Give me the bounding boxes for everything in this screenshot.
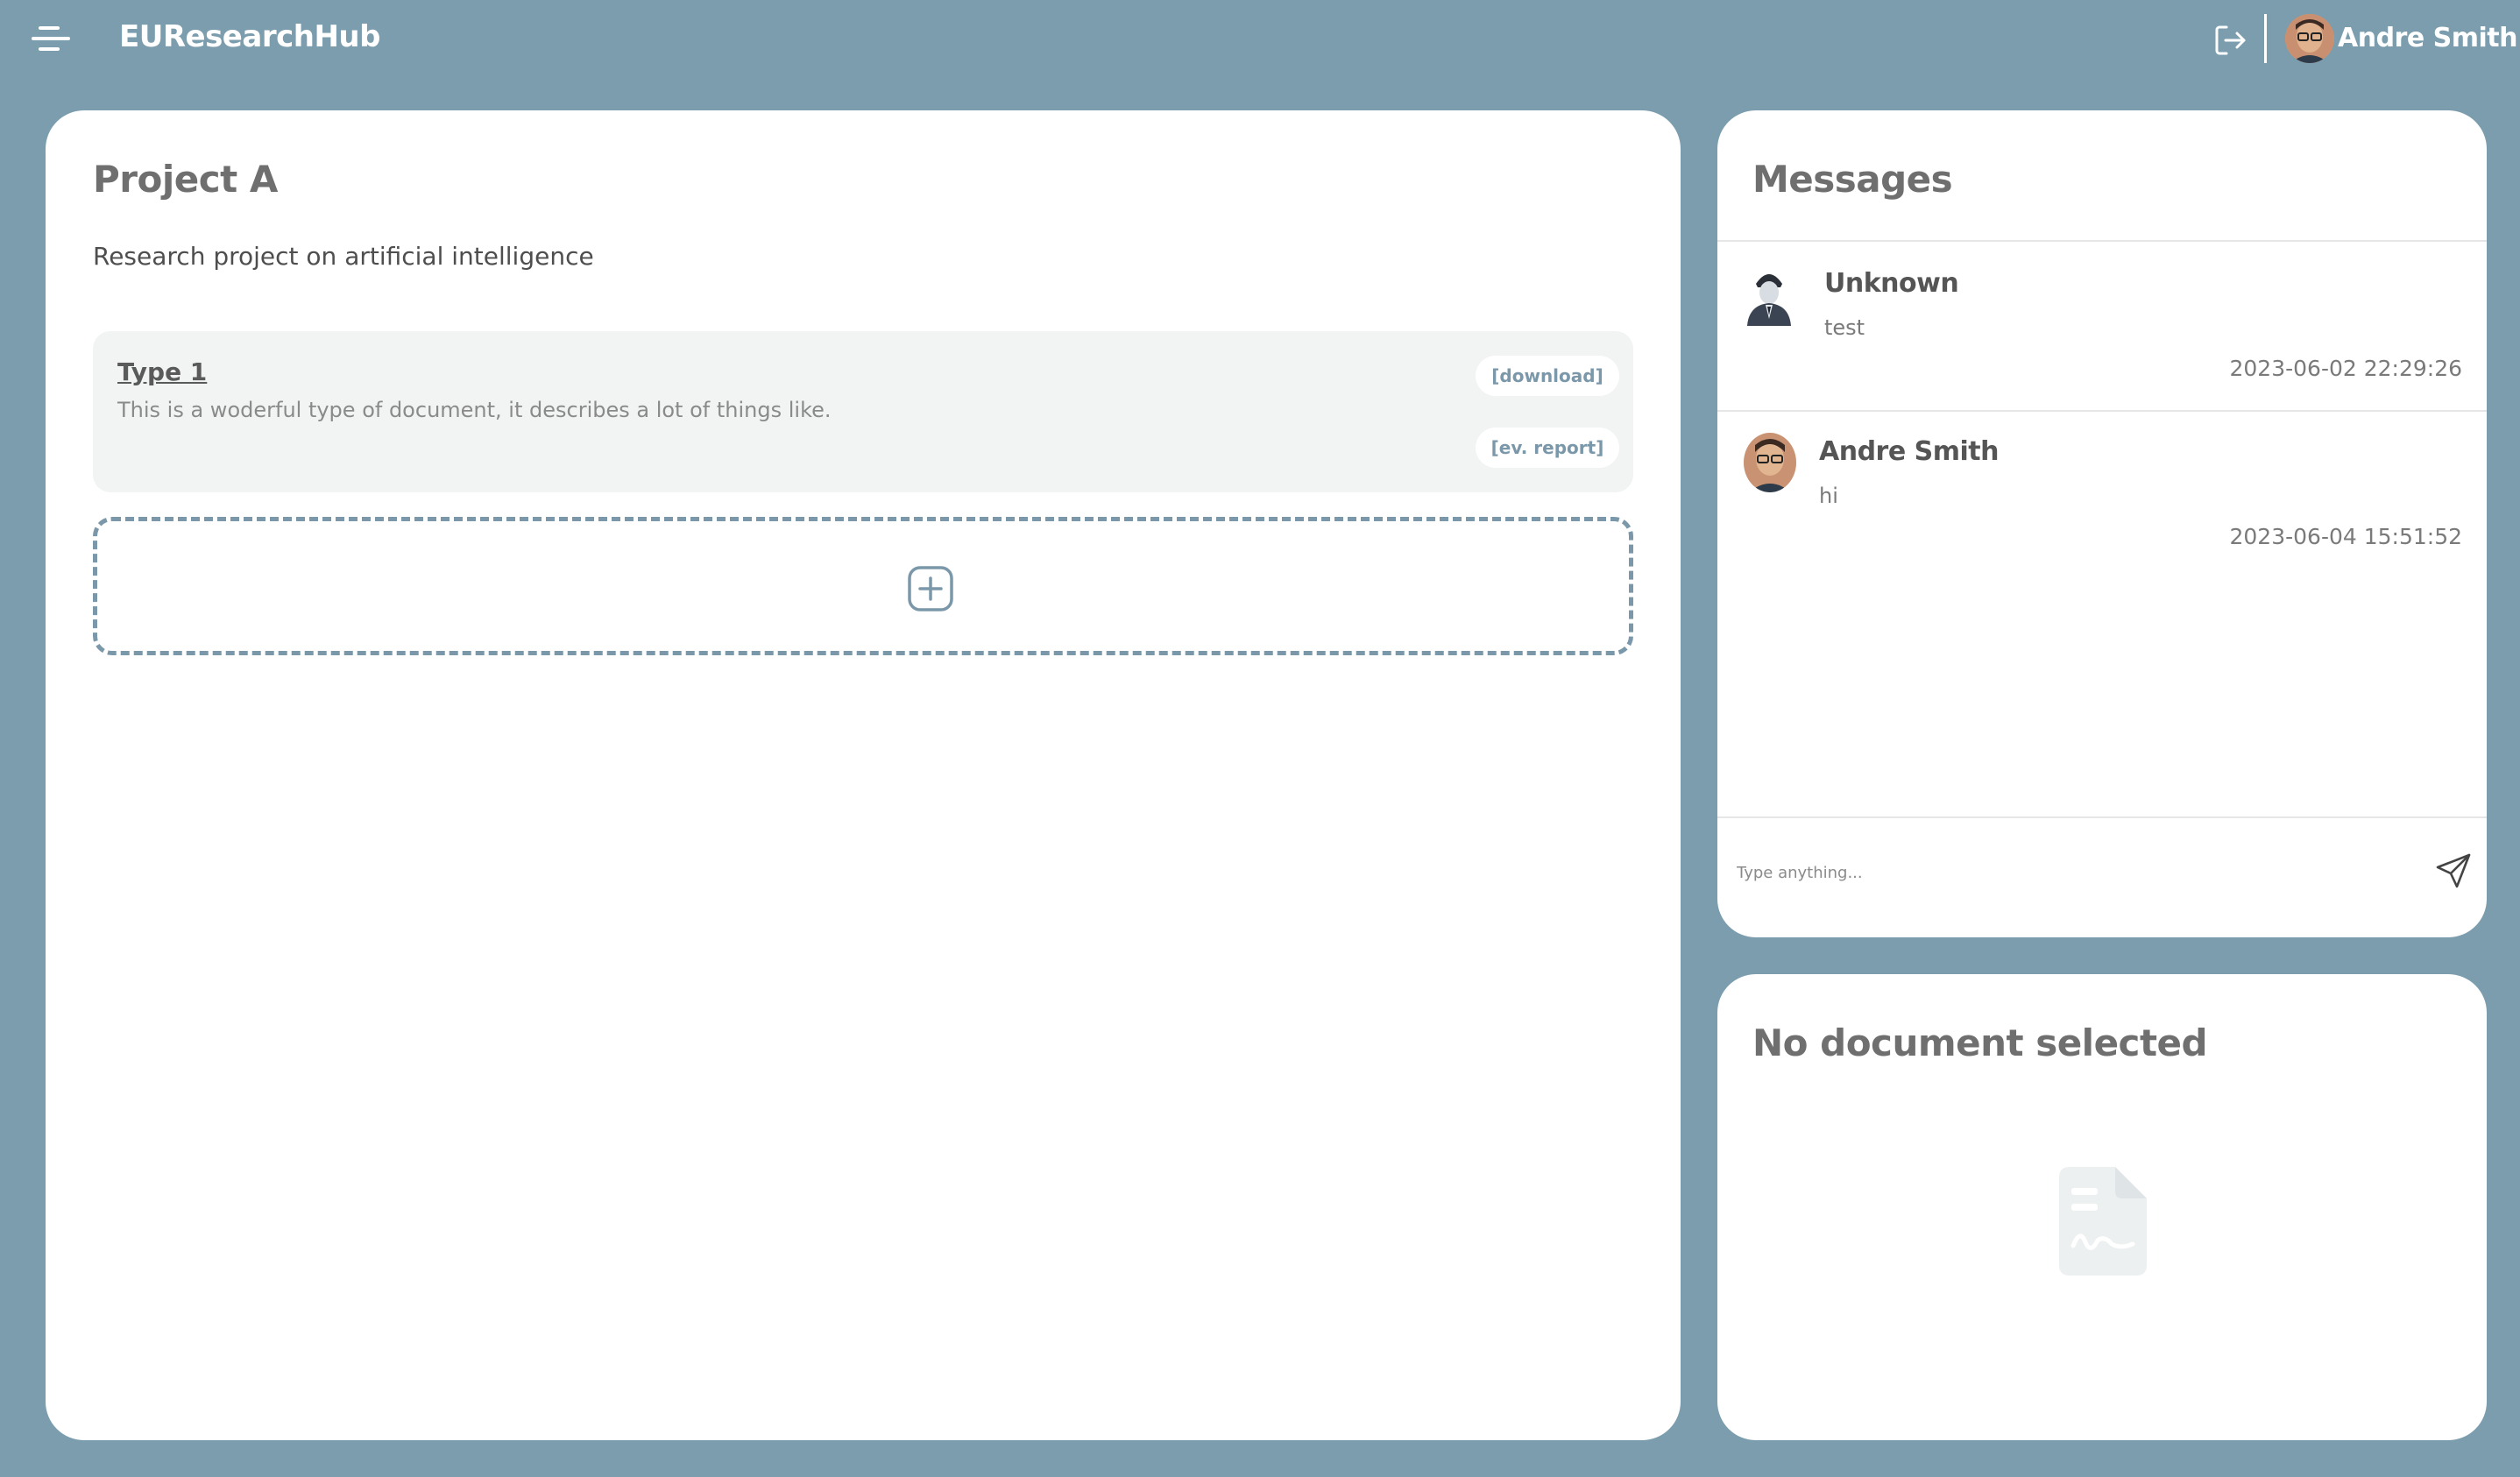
download-button[interactable]: [download] (1476, 356, 1619, 396)
message-sender: Andre Smith (1819, 436, 1999, 467)
document-viewer-panel: No document selected (1717, 974, 2487, 1440)
message-text: hi (1819, 484, 1838, 508)
document-description: This is a woderful type of document, it … (117, 398, 832, 422)
document-viewer-title: No document selected (1752, 1021, 2208, 1064)
avatar[interactable] (2285, 14, 2334, 63)
avatar (1744, 433, 1796, 492)
unknown-user-avatar-image (1747, 274, 1791, 326)
message-text: test (1824, 315, 1865, 340)
user-avatar-image (1744, 433, 1796, 492)
document-card: Type 1 This is a woderful type of docume… (93, 331, 1633, 492)
messages-title: Messages (1752, 158, 1953, 201)
avatar (1744, 265, 1794, 326)
user-name[interactable]: Andre Smith (2338, 23, 2517, 53)
message-item: Unknown test 2023-06-02 22:29:26 (1717, 242, 2487, 410)
document-type-link[interactable]: Type 1 (117, 357, 207, 386)
add-document-button[interactable] (93, 517, 1633, 655)
message-timestamp: 2023-06-04 15:51:52 (2229, 524, 2462, 549)
project-description: Research project on artificial intellige… (93, 242, 594, 271)
document-icon (2059, 1167, 2147, 1276)
message-input[interactable] (1737, 852, 2403, 894)
message-item: Andre Smith hi 2023-06-04 15:51:52 (1717, 410, 2487, 578)
header-divider (2264, 14, 2267, 63)
app-title: EUResearchHub (119, 19, 380, 54)
project-title: Project A (93, 158, 278, 201)
top-bar: EUResearchHub Andre Smith (0, 0, 2520, 79)
hamburger-menu-icon[interactable] (32, 25, 74, 54)
messages-panel: Messages Unknown test 2023-06-02 22:29:2… (1717, 110, 2487, 937)
evaluation-report-button[interactable]: [ev. report] (1476, 428, 1619, 468)
divider (1717, 816, 2487, 818)
project-panel: Project A Research project on artificial… (46, 110, 1681, 1440)
message-sender: Unknown (1824, 268, 1959, 299)
plus-square-icon (908, 566, 953, 611)
message-timestamp: 2023-06-02 22:29:26 (2229, 356, 2462, 381)
send-icon[interactable] (2434, 852, 2473, 890)
logout-icon[interactable] (2213, 23, 2248, 58)
user-avatar-image (2285, 14, 2334, 63)
